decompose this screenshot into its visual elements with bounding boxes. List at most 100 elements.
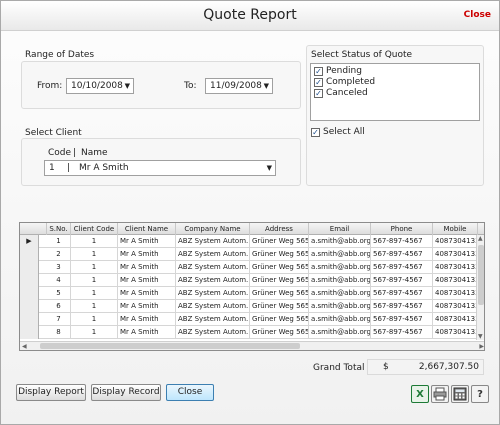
table-cell[interactable]: ABZ System Autom... [176, 274, 250, 287]
table-cell[interactable]: ABZ System Autom... [176, 287, 250, 300]
table-cell[interactable]: 1 [47, 235, 71, 248]
column-header[interactable]: Client Code [71, 223, 118, 235]
table-cell[interactable]: a.smith@abb.org [309, 287, 371, 300]
table-cell[interactable]: Mr A Smith [118, 300, 176, 313]
table-cell[interactable]: 4087304133 [433, 274, 478, 287]
table-cell[interactable]: Mr A Smith [118, 313, 176, 326]
table-cell[interactable]: 4087304133 [433, 248, 478, 261]
table-cell[interactable]: Mr A Smith [118, 235, 176, 248]
table-cell[interactable]: 567-897-4567 [371, 326, 433, 339]
checkbox-checked-icon[interactable]: ✓ [314, 66, 323, 76]
table-cell[interactable]: 1 [71, 326, 118, 339]
table-cell[interactable]: Grüner Weg 565... [250, 235, 309, 248]
excel-icon[interactable]: X [411, 385, 429, 403]
column-header[interactable]: Client Name [118, 223, 176, 235]
scroll-up-icon[interactable]: ▲ [478, 235, 483, 242]
table-cell[interactable]: a.smith@abb.org [309, 235, 371, 248]
table-cell[interactable]: Grüner Weg 565... [250, 313, 309, 326]
column-header[interactable]: Company Name [176, 223, 250, 235]
table-cell[interactable]: a.smith@abb.org [309, 300, 371, 313]
client-select[interactable]: 1 | Mr A Smith ▼ [44, 160, 276, 176]
table-row[interactable]: 5 1 Mr A Smith ABZ System Autom... Grüner We… [20, 287, 484, 300]
table-row[interactable]: 6 1 Mr A Smith ABZ System Autom... Grüner We… [20, 300, 484, 313]
table-row[interactable]: 7 1 Mr A Smith ABZ System Autom... Grüner We… [20, 313, 484, 326]
row-header[interactable] [20, 274, 39, 287]
row-header[interactable] [20, 261, 39, 274]
checkbox-checked-icon[interactable]: ✓ [314, 88, 323, 98]
row-header[interactable] [20, 313, 39, 326]
table-cell[interactable]: 4087304133 [433, 326, 478, 339]
table-cell[interactable]: 7 [47, 313, 71, 326]
table-cell[interactable]: 1 [71, 313, 118, 326]
table-cell[interactable]: a.smith@abb.org [309, 313, 371, 326]
display-report-button[interactable]: Display Report [16, 384, 86, 401]
to-date-picker[interactable]: 11/09/2008 ▼ [205, 78, 273, 94]
row-header[interactable]: ▶ [20, 235, 39, 248]
table-cell[interactable]: Mr A Smith [118, 274, 176, 287]
table-cell[interactable]: 3 [47, 261, 71, 274]
table-cell[interactable]: 567-897-4567 [371, 261, 433, 274]
table-cell[interactable]: 4087304133 [433, 300, 478, 313]
scroll-left-icon[interactable]: ◀ [22, 343, 27, 350]
from-date-picker[interactable]: 10/10/2008 ▼ [66, 78, 134, 94]
close-button[interactable]: Close [166, 384, 214, 401]
table-row[interactable]: 4 1 Mr A Smith ABZ System Autom... Grüner We… [20, 274, 484, 287]
table-cell[interactable]: 1 [71, 261, 118, 274]
table-cell[interactable]: ABZ System Autom... [176, 313, 250, 326]
table-cell[interactable]: 4087304133 [433, 287, 478, 300]
table-cell[interactable]: Grüner Weg 565... [250, 261, 309, 274]
table-cell[interactable]: ABZ System Autom... [176, 248, 250, 261]
table-cell[interactable]: ABZ System Autom... [176, 261, 250, 274]
scroll-down-icon[interactable]: ▼ [478, 333, 483, 340]
table-cell[interactable]: 1 [71, 235, 118, 248]
table-cell[interactable]: Mr A Smith [118, 287, 176, 300]
column-header[interactable]: Phone [371, 223, 433, 235]
table-row[interactable]: 8 1 Mr A Smith ABZ System Autom... Grüner We… [20, 326, 484, 339]
table-cell[interactable]: ABZ System Autom... [176, 235, 250, 248]
table-cell[interactable]: a.smith@abb.org [309, 326, 371, 339]
checkbox-checked-icon[interactable]: ✓ [314, 77, 323, 87]
table-cell[interactable]: 567-897-4567 [371, 274, 433, 287]
table-cell[interactable]: a.smith@abb.org [309, 248, 371, 261]
table-cell[interactable]: a.smith@abb.org [309, 261, 371, 274]
table-cell[interactable]: 1 [71, 300, 118, 313]
table-cell[interactable]: 1 [71, 274, 118, 287]
table-cell[interactable]: Grüner Weg 565... [250, 300, 309, 313]
table-cell[interactable]: Mr A Smith [118, 248, 176, 261]
horizontal-scrollbar[interactable]: ◀ ▶ [20, 341, 484, 350]
scroll-right-icon[interactable]: ▶ [479, 343, 484, 350]
vertical-scrollbar[interactable]: ▲ ▼ [476, 235, 484, 340]
table-cell[interactable]: Mr A Smith [118, 261, 176, 274]
table-cell[interactable]: 4087304133 [433, 261, 478, 274]
table-cell[interactable]: Grüner Weg 565... [250, 274, 309, 287]
select-all-checkbox[interactable]: ✓ Select All [311, 126, 365, 138]
table-cell[interactable]: 567-897-4567 [371, 300, 433, 313]
table-cell[interactable]: a.smith@abb.org [309, 274, 371, 287]
table-cell[interactable]: 6 [47, 300, 71, 313]
table-row[interactable]: ▶ 1 1 Mr A Smith ABZ System Autom... Grüner W… [20, 235, 484, 248]
table-cell[interactable]: ABZ System Autom... [176, 326, 250, 339]
table-cell[interactable]: 567-897-4567 [371, 287, 433, 300]
table-cell[interactable]: Grüner Weg 565... [250, 326, 309, 339]
table-cell[interactable]: 4 [47, 274, 71, 287]
display-record-button[interactable]: Display Record [91, 384, 161, 401]
help-icon[interactable]: ? [471, 385, 489, 403]
column-header[interactable]: S.No. [47, 223, 71, 235]
vertical-scroll-thumb[interactable] [478, 245, 484, 305]
table-cell[interactable]: Grüner Weg 565... [250, 287, 309, 300]
row-header[interactable] [20, 248, 39, 261]
table-cell[interactable]: 567-897-4567 [371, 235, 433, 248]
print-icon[interactable] [431, 385, 449, 403]
table-row[interactable]: 3 1 Mr A Smith ABZ System Autom... Grüner We… [20, 261, 484, 274]
table-cell[interactable]: ABZ System Autom... [176, 300, 250, 313]
row-header[interactable] [20, 300, 39, 313]
close-link[interactable]: Close [464, 10, 491, 20]
table-cell[interactable]: 2 [47, 248, 71, 261]
table-cell[interactable]: 5 [47, 287, 71, 300]
column-header[interactable]: Mobile [433, 223, 478, 235]
checkbox-checked-icon[interactable]: ✓ [311, 127, 320, 137]
column-header[interactable]: Email [309, 223, 371, 235]
table-cell[interactable]: 1 [71, 248, 118, 261]
table-cell[interactable]: 567-897-4567 [371, 248, 433, 261]
horizontal-scroll-thumb[interactable] [40, 343, 300, 349]
